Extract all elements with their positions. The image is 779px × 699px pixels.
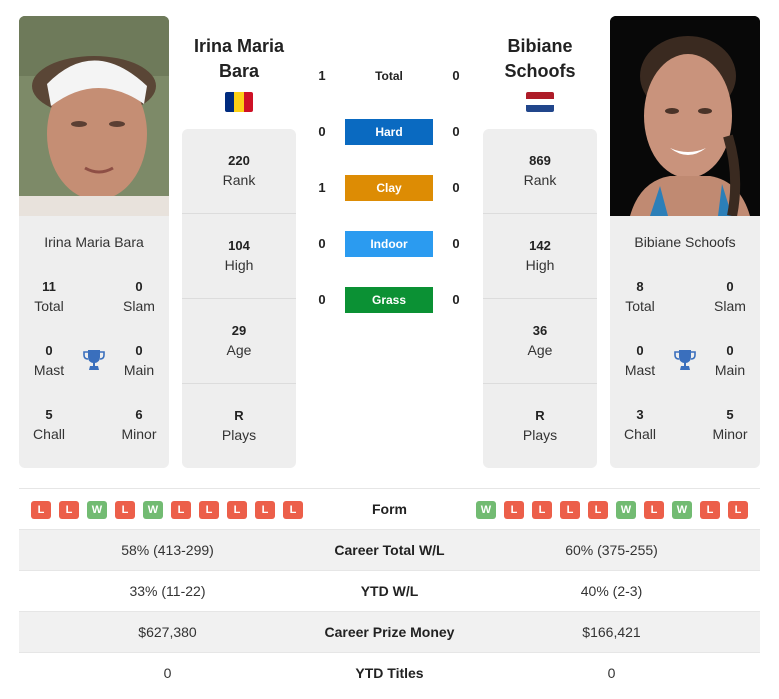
titles-main: 0 Main <box>123 343 155 378</box>
titles-mast: 0 Mast <box>33 343 65 378</box>
form-badge-win[interactable]: W <box>143 501 163 519</box>
player-left-name: Irina Maria Bara <box>44 234 144 250</box>
form-badge-loss[interactable]: L <box>700 501 720 519</box>
form-badge-loss[interactable]: L <box>227 501 247 519</box>
h2h-row-indoor: 0 Indoor 0 <box>300 231 478 257</box>
player-right-stats: 869 Rank 142 High 36 Age R Plays <box>483 129 597 468</box>
player-photo-icon <box>610 16 760 216</box>
right-value: $166,421 <box>582 624 641 640</box>
stat-high: 104 High <box>182 214 296 299</box>
form-badge-loss[interactable]: L <box>171 501 191 519</box>
titles-minor: 5 Minor <box>712 407 748 442</box>
h2h-row-clay: 1 Clay 0 <box>300 175 478 201</box>
form-badge-loss[interactable]: L <box>560 501 580 519</box>
table-row: $627,380 Career Prize Money $166,421 <box>19 612 760 653</box>
h2h-row-grass: 0 Grass 0 <box>300 287 478 313</box>
trophy-icon <box>83 350 105 370</box>
left-value: $627,380 <box>138 624 197 640</box>
h2h-row-hard: 0 Hard 0 <box>300 119 478 145</box>
h2h-right-value: 0 <box>452 180 460 195</box>
form-badge-win[interactable]: W <box>87 501 107 519</box>
stat-high: 142 High <box>483 214 597 299</box>
table-row: 0 YTD Titles 0 <box>19 653 760 694</box>
player-left-photo[interactable] <box>19 16 169 216</box>
player-right-form: WLLLLWLWLL <box>476 501 748 519</box>
stat-plays: R Plays <box>221 408 257 443</box>
titles-total: 11 Total <box>34 279 64 314</box>
player-right-name: Bibiane Schoofs <box>634 234 736 250</box>
player-right-photo[interactable] <box>610 16 760 216</box>
titles-slam: 0 Slam <box>714 279 746 314</box>
surface-badge-hard[interactable]: Hard <box>345 119 433 145</box>
form-badge-loss[interactable]: L <box>504 501 524 519</box>
comparison-table: LLWLWLLLLL Form WLLLLWLWLL 58% (413-299)… <box>19 488 760 694</box>
right-value: 40% (2-3) <box>580 583 643 599</box>
surface-badge-indoor[interactable]: Indoor <box>345 231 433 257</box>
right-value: 60% (375-255) <box>565 542 658 558</box>
h2h-left-value: 0 <box>318 236 326 251</box>
stat-rank: 220 Rank <box>182 129 296 214</box>
form-badge-loss[interactable]: L <box>255 501 275 519</box>
titles-total: 8 Total <box>625 279 655 314</box>
titles-chall: 3 Chall <box>624 407 656 442</box>
row-label: Career Total W/L <box>334 542 445 558</box>
h2h-right-value: 0 <box>452 236 460 251</box>
form-badge-loss[interactable]: L <box>31 501 51 519</box>
right-value: 0 <box>607 665 616 681</box>
stat-age: 36 Age <box>483 299 597 384</box>
titles-slam: 0 Slam <box>123 279 155 314</box>
form-badge-win[interactable]: W <box>672 501 692 519</box>
player-left-heading[interactable]: Irina Maria Bara <box>174 34 304 84</box>
h2h-right-value: 0 <box>452 68 460 83</box>
form-badge-loss[interactable]: L <box>588 501 608 519</box>
form-badge-win[interactable]: W <box>616 501 636 519</box>
player-right-titles-card: Bibiane Schoofs 8 Total 0 Slam 0 Mast 0 … <box>610 216 760 468</box>
form-badge-loss[interactable]: L <box>115 501 135 519</box>
titles-minor: 6 Minor <box>121 407 157 442</box>
table-row: 58% (413-299) Career Total W/L 60% (375-… <box>19 530 760 571</box>
player-photo-icon <box>19 16 169 216</box>
trophy-icon <box>674 350 696 370</box>
form-badge-loss[interactable]: L <box>199 501 219 519</box>
h2h-row-total: 1 Total 0 <box>300 63 478 89</box>
stat-age: 29 Age <box>182 299 296 384</box>
player-right-heading[interactable]: Bibiane Schoofs <box>475 34 605 84</box>
surface-badge-clay[interactable]: Clay <box>345 175 433 201</box>
form-badge-loss[interactable]: L <box>532 501 552 519</box>
h2h-left-value: 1 <box>318 68 326 83</box>
row-label: Career Prize Money <box>324 624 455 640</box>
player-left-form: LLWLWLLLLL <box>31 501 303 519</box>
stat-rank: 869 Rank <box>483 129 597 214</box>
row-label: YTD W/L <box>360 583 419 599</box>
titles-mast: 0 Mast <box>624 343 656 378</box>
form-row: LLWLWLLLLL Form WLLLLWLWLL <box>19 489 760 530</box>
form-badge-loss[interactable]: L <box>728 501 748 519</box>
form-label: Form <box>372 501 407 517</box>
form-badge-loss[interactable]: L <box>644 501 664 519</box>
player-left-stats: 220 Rank 104 High 29 Age R Plays <box>182 129 296 468</box>
table-row: 33% (11-22) YTD W/L 40% (2-3) <box>19 571 760 612</box>
titles-chall: 5 Chall <box>33 407 65 442</box>
left-value: 58% (413-299) <box>121 542 214 558</box>
stat-plays: R Plays <box>522 408 558 443</box>
row-label: YTD Titles <box>355 665 424 681</box>
h2h-right-value: 0 <box>452 292 460 307</box>
surface-label-total: Total <box>375 69 403 83</box>
surface-badge-grass[interactable]: Grass <box>345 287 433 313</box>
h2h-left-value: 0 <box>318 124 326 139</box>
form-badge-loss[interactable]: L <box>283 501 303 519</box>
h2h-right-value: 0 <box>452 124 460 139</box>
player-left-titles-card: Irina Maria Bara 11 Total 0 Slam 0 Mast … <box>19 216 169 468</box>
h2h-left-value: 0 <box>318 292 326 307</box>
left-value: 0 <box>163 665 172 681</box>
h2h-left-value: 1 <box>318 180 326 195</box>
titles-main: 0 Main <box>714 343 746 378</box>
left-value: 33% (11-22) <box>129 583 206 599</box>
form-badge-loss[interactable]: L <box>59 501 79 519</box>
form-badge-win[interactable]: W <box>476 501 496 519</box>
romania-flag-icon <box>225 92 253 112</box>
netherlands-flag-icon <box>526 92 554 112</box>
